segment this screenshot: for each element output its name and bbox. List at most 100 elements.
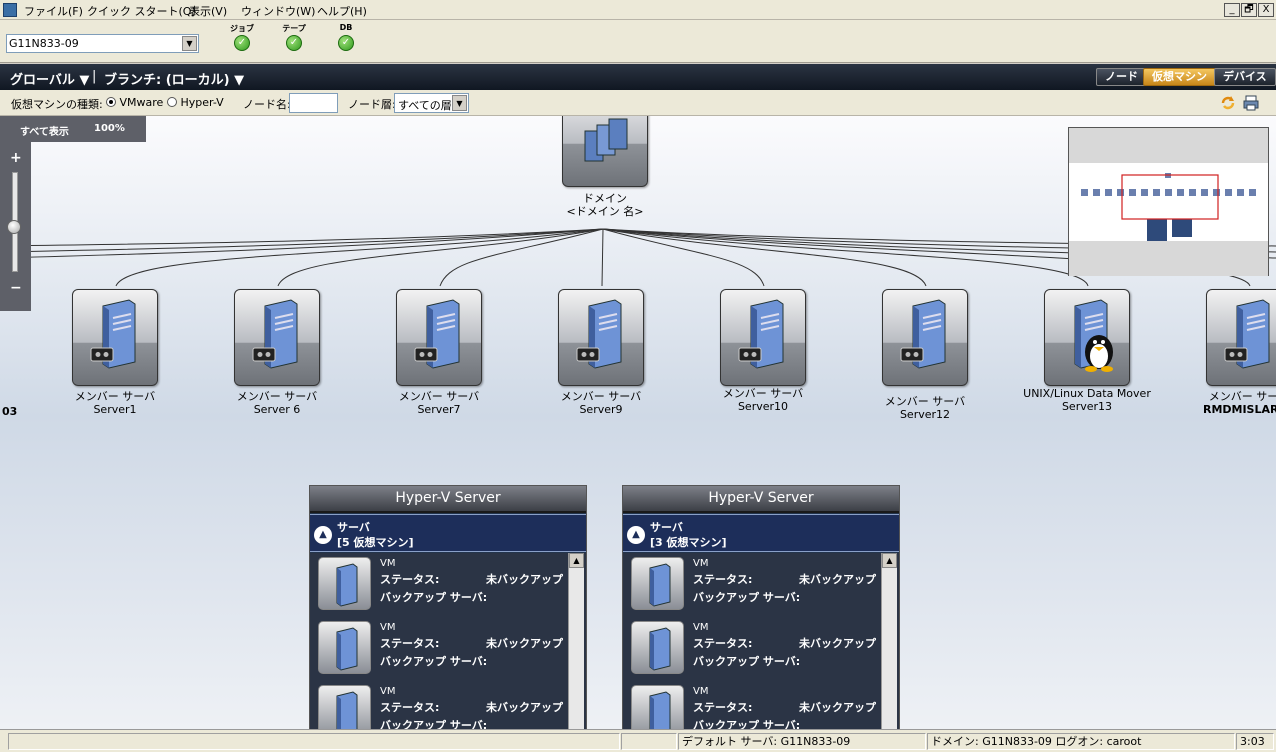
hyperv-server-row[interactable]: ▲ サーバ [5 仮想マシン] bbox=[310, 514, 586, 552]
menu-file[interactable]: ファイル(F) bbox=[24, 3, 83, 19]
minimize-button[interactable]: _ bbox=[1224, 3, 1240, 17]
show-all-button[interactable]: すべて表示 bbox=[20, 123, 69, 138]
vm-item[interactable]: VM ステータス: 未バックアップ バックアップ サーバ: bbox=[623, 617, 881, 681]
status-db-label: DB bbox=[339, 23, 353, 32]
vm-type: VM bbox=[693, 558, 709, 569]
vm-item[interactable]: VM ステータス: 未バックアップ バックアップ サーバ: bbox=[623, 553, 881, 617]
node-label-5: メンバー サーバ Server10 bbox=[688, 387, 838, 413]
server-select[interactable]: G11N833-09 ▼ bbox=[6, 34, 199, 53]
vm-list-scrollbar[interactable]: ▲ bbox=[881, 553, 897, 729]
global-dropdown[interactable]: グローバル ▼ bbox=[10, 69, 89, 88]
vm-server-icon bbox=[318, 685, 371, 729]
minimap[interactable] bbox=[1068, 127, 1269, 276]
menu-quick-start[interactable]: クイック スタート(Q) bbox=[87, 3, 196, 19]
node-role: メンバー サーバ bbox=[884, 395, 966, 408]
status-tape[interactable]: テープ ✓ bbox=[279, 23, 309, 51]
branch-dropdown[interactable]: ブランチ: (ローカル) ▼ bbox=[104, 69, 244, 88]
node-6[interactable] bbox=[882, 289, 968, 386]
node-label-1: メンバー サーバ Server1 bbox=[40, 390, 190, 416]
chevron-up-icon[interactable]: ▲ bbox=[627, 526, 645, 544]
tab-device[interactable]: デバイス bbox=[1214, 68, 1276, 86]
scroll-up-icon[interactable]: ▲ bbox=[569, 553, 584, 568]
node-7[interactable] bbox=[1044, 289, 1130, 386]
offscreen-node-label: 03 bbox=[2, 405, 18, 418]
zoom-in-icon[interactable]: + bbox=[10, 150, 22, 166]
chevron-down-icon[interactable]: ▼ bbox=[452, 95, 467, 111]
vm-item[interactable]: VM ステータス: 未バックアップ バックアップ サーバ: bbox=[310, 553, 568, 617]
zoom-out-icon[interactable]: − bbox=[10, 280, 22, 296]
node-name: Server10 bbox=[737, 400, 789, 413]
node-role: メンバー サーバ bbox=[1208, 390, 1276, 403]
status-db[interactable]: DB ✓ bbox=[331, 23, 361, 51]
menu-view[interactable]: 表示(V) bbox=[189, 3, 227, 19]
minimap-node bbox=[1105, 189, 1112, 196]
vm-type-label: 仮想マシンの種類: bbox=[11, 98, 103, 111]
vm-item[interactable]: VM ステータス: 未バックアップ バックアップ サーバ: bbox=[310, 617, 568, 681]
chevron-down-icon[interactable]: ▼ bbox=[182, 36, 197, 51]
print-icon[interactable] bbox=[1242, 94, 1260, 112]
status-job[interactable]: ジョブ ✓ bbox=[227, 23, 257, 51]
minimap-node bbox=[1213, 189, 1220, 196]
toolbar: G11N833-09 ▼ ジョブ ✓ テープ ✓ DB ✓ bbox=[0, 20, 1276, 63]
status-tape-label: テープ bbox=[282, 24, 306, 33]
filter-bar: 仮想マシンの種類: VMware Hyper-V ノード名: ノード層: すべて… bbox=[0, 90, 1276, 116]
chevron-up-icon[interactable]: ▲ bbox=[314, 526, 332, 544]
zoom-thumb[interactable] bbox=[7, 220, 21, 234]
node-name-input[interactable] bbox=[289, 93, 338, 113]
minimap-overview bbox=[1081, 173, 1256, 241]
vm-type: VM bbox=[693, 686, 709, 697]
menu-help[interactable]: ヘルプ(H) bbox=[317, 3, 367, 19]
refresh-icon[interactable] bbox=[1219, 94, 1237, 112]
node-2[interactable] bbox=[234, 289, 320, 386]
status-cell-empty2 bbox=[621, 733, 677, 750]
restore-button[interactable]: 🗗 bbox=[1241, 3, 1257, 17]
hyperv-radio[interactable]: Hyper-V bbox=[167, 96, 224, 109]
node-role: メンバー サーバ bbox=[398, 390, 480, 403]
vmware-label: VMware bbox=[119, 96, 164, 109]
vm-status-value: 未バックアップ bbox=[486, 701, 563, 714]
vm-backup-server-label: バックアップ サーバ: bbox=[693, 655, 801, 668]
vm-list[interactable]: VM ステータス: 未バックアップ バックアップ サーバ: VM ステータス: 未バックアッ… bbox=[623, 553, 899, 729]
node-role: メンバー サーバ bbox=[236, 390, 318, 403]
minimap-node bbox=[1225, 189, 1232, 196]
vm-status-value: 未バックアップ bbox=[799, 637, 876, 650]
minimap-node bbox=[1249, 189, 1256, 196]
tab-node[interactable]: ノード bbox=[1096, 68, 1147, 86]
topology-canvas[interactable]: すべて表示 100% + − ドメイン <ドメイン 名> メンバー サーバ Ser… bbox=[0, 116, 1276, 729]
close-button[interactable]: X bbox=[1258, 3, 1274, 17]
zoom-slider[interactable]: + − bbox=[0, 142, 31, 311]
layer-label: ノード層: bbox=[348, 98, 396, 111]
vm-status-label: ステータス: bbox=[380, 701, 440, 714]
menu-window[interactable]: ウィンドウ(W) bbox=[241, 3, 315, 19]
vm-status-label: ステータス: bbox=[380, 573, 440, 586]
vm-list-scrollbar[interactable]: ▲ bbox=[568, 553, 584, 729]
hyperv-server-row[interactable]: ▲ サーバ [3 仮想マシン] bbox=[623, 514, 899, 552]
server-line1: サーバ bbox=[337, 521, 370, 534]
vm-list[interactable]: VM ステータス: 未バックアップ バックアップ サーバ: VM ステータス: 未バックアッ… bbox=[310, 553, 586, 729]
node-4[interactable] bbox=[558, 289, 644, 386]
vmware-radio[interactable]: VMware bbox=[106, 96, 163, 109]
tab-virtual-machine[interactable]: 仮想マシン bbox=[1143, 68, 1216, 86]
scroll-up-icon[interactable]: ▲ bbox=[882, 553, 897, 568]
node-1[interactable] bbox=[72, 289, 158, 386]
minimap-bottom-band bbox=[1069, 241, 1268, 276]
server-icon bbox=[252, 299, 298, 369]
vm-status-label: ステータス: bbox=[380, 637, 440, 650]
vm-item[interactable]: VM ステータス: 未バックアップ バックアップ サーバ: bbox=[310, 681, 568, 729]
linux-server-icon bbox=[1074, 299, 1113, 372]
node-8[interactable] bbox=[1206, 289, 1276, 386]
minimap-node bbox=[1153, 189, 1160, 196]
node-3[interactable] bbox=[396, 289, 482, 386]
layer-select[interactable]: すべての層 ▼ bbox=[394, 93, 469, 113]
status-bar: デフォルト サーバ: G11N833-09 ドメイン: G11N833-09 ロ… bbox=[0, 729, 1276, 752]
check-circle-icon: ✓ bbox=[234, 35, 250, 51]
node-name-label: ノード名: bbox=[243, 98, 291, 111]
domain-node[interactable] bbox=[562, 116, 648, 187]
time-status: 3:03 bbox=[1236, 733, 1274, 750]
server-icon bbox=[414, 299, 460, 369]
node-5[interactable] bbox=[720, 289, 806, 386]
node-label-6: メンバー サーバ Server12 bbox=[850, 395, 1000, 421]
node-name: Server 6 bbox=[253, 403, 301, 416]
vm-item[interactable]: VM ステータス: 未バックアップ バックアップ サーバ: bbox=[623, 681, 881, 729]
node-label-2: メンバー サーバ Server 6 bbox=[202, 390, 352, 416]
